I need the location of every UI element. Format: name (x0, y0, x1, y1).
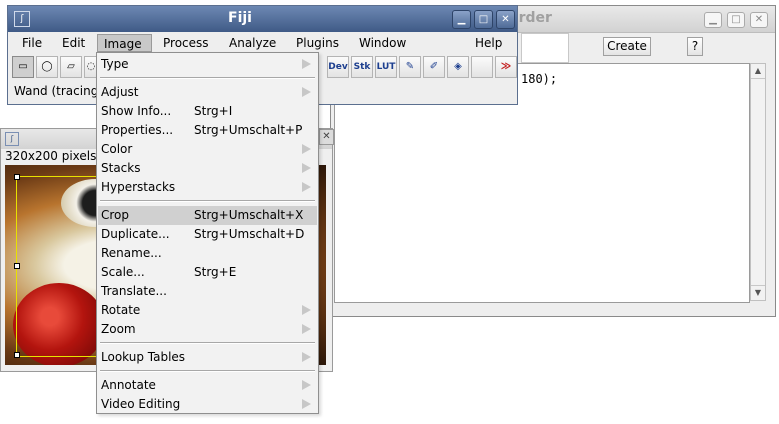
menu-window[interactable]: Window (353, 34, 412, 52)
menu-separator (100, 342, 315, 344)
menu-item-video-editing[interactable]: Video Editing (98, 395, 317, 414)
help-button[interactable]: ? (687, 37, 703, 56)
flood-fill-tool-icon[interactable]: ◈ (447, 56, 469, 78)
menu-item-rename[interactable]: Rename... (98, 244, 317, 263)
recorder-scrollbar[interactable]: ▲ ▼ (750, 63, 766, 301)
menu-analyze[interactable]: Analyze (223, 34, 282, 52)
selection-handle[interactable] (14, 352, 20, 358)
fiji-titlebar[interactable]: ʃ Fiji ▁ □ ✕ (8, 6, 517, 32)
fiji-title: Fiji (228, 10, 252, 26)
scroll-down-icon[interactable]: ▼ (751, 285, 765, 300)
selection-handle[interactable] (14, 174, 20, 180)
menu-plugins[interactable]: Plugins (290, 34, 345, 52)
oval-tool-icon[interactable]: ◯ (36, 56, 58, 78)
image-menu-dropdown: Type Adjust Show Info... Strg+I Properti… (96, 52, 319, 414)
submenu-arrow-icon (302, 352, 311, 362)
menu-file[interactable]: File (16, 34, 48, 52)
dev-tool-button[interactable]: Dev (327, 56, 349, 78)
submenu-arrow-icon (302, 399, 311, 409)
menu-separator (100, 370, 315, 372)
minimize-icon[interactable]: ▁ (452, 10, 471, 29)
more-tools-icon[interactable]: ≫ (495, 56, 517, 78)
menu-help[interactable]: Help (469, 34, 508, 52)
submenu-arrow-icon (302, 59, 311, 69)
submenu-arrow-icon (302, 182, 311, 192)
menu-item-scale[interactable]: Scale... Strg+E (98, 263, 317, 282)
recorder-code-text: 180); (521, 72, 558, 86)
menu-separator (100, 77, 315, 79)
polygon-tool-icon[interactable]: ▱ (60, 56, 82, 78)
stk-tool-button[interactable]: Stk (351, 56, 373, 78)
menu-item-annotate[interactable]: Annotate (98, 376, 317, 395)
submenu-arrow-icon (302, 163, 311, 173)
rectangle-tool-icon[interactable]: ▭ (12, 56, 34, 78)
menu-process[interactable]: Process (157, 34, 215, 52)
menu-image[interactable]: Image (97, 34, 152, 52)
menu-item-type[interactable]: Type (98, 55, 317, 74)
empty-tool-slot[interactable] (471, 56, 493, 78)
menu-item-show-info[interactable]: Show Info... Strg+I (98, 102, 317, 121)
app-icon: ʃ (14, 11, 30, 27)
app-icon: ʃ (5, 132, 19, 146)
image-info: 320x200 pixels (5, 149, 97, 163)
status-bar: Wand (tracing) (14, 84, 103, 98)
maximize-icon[interactable]: □ (727, 12, 745, 28)
menu-item-adjust[interactable]: Adjust (98, 83, 317, 102)
menu-item-lookup-tables[interactable]: Lookup Tables (98, 348, 317, 367)
minimize-icon[interactable]: ▁ (704, 12, 722, 28)
scroll-up-icon[interactable]: ▲ (751, 64, 765, 79)
submenu-arrow-icon (302, 305, 311, 315)
menu-item-translate[interactable]: Translate... (98, 282, 317, 301)
close-icon[interactable]: ✕ (750, 12, 768, 28)
pencil-tool-icon[interactable]: ✎ (399, 56, 421, 78)
menu-item-hyperstacks[interactable]: Hyperstacks (98, 178, 317, 197)
menu-item-color[interactable]: Color (98, 140, 317, 159)
submenu-arrow-icon (302, 324, 311, 334)
submenu-arrow-icon (302, 144, 311, 154)
menu-item-duplicate[interactable]: Duplicate... Strg+Umschalt+D (98, 225, 317, 244)
submenu-arrow-icon (302, 87, 311, 97)
menu-edit[interactable]: Edit (56, 34, 91, 52)
menu-bar: File Edit Image Process Analyze Plugins … (8, 32, 517, 54)
menu-item-rotate[interactable]: Rotate (98, 301, 317, 320)
brush-tool-icon[interactable]: ✐ (423, 56, 445, 78)
close-icon[interactable]: ✕ (496, 10, 515, 29)
menu-separator (100, 200, 315, 202)
selection-handle[interactable] (14, 263, 20, 269)
submenu-arrow-icon (302, 380, 311, 390)
lut-tool-button[interactable]: LUT (375, 56, 397, 78)
maximize-icon[interactable]: □ (474, 10, 493, 29)
menu-item-properties[interactable]: Properties... Strg+Umschalt+P (98, 121, 317, 140)
menu-item-stacks[interactable]: Stacks (98, 159, 317, 178)
recorder-name-field[interactable] (521, 33, 569, 63)
close-icon[interactable]: ✕ (319, 129, 334, 145)
menu-item-crop[interactable]: Crop Strg+Umschalt+X (98, 206, 317, 225)
create-button[interactable]: Create (603, 37, 651, 56)
menu-item-zoom[interactable]: Zoom (98, 320, 317, 339)
